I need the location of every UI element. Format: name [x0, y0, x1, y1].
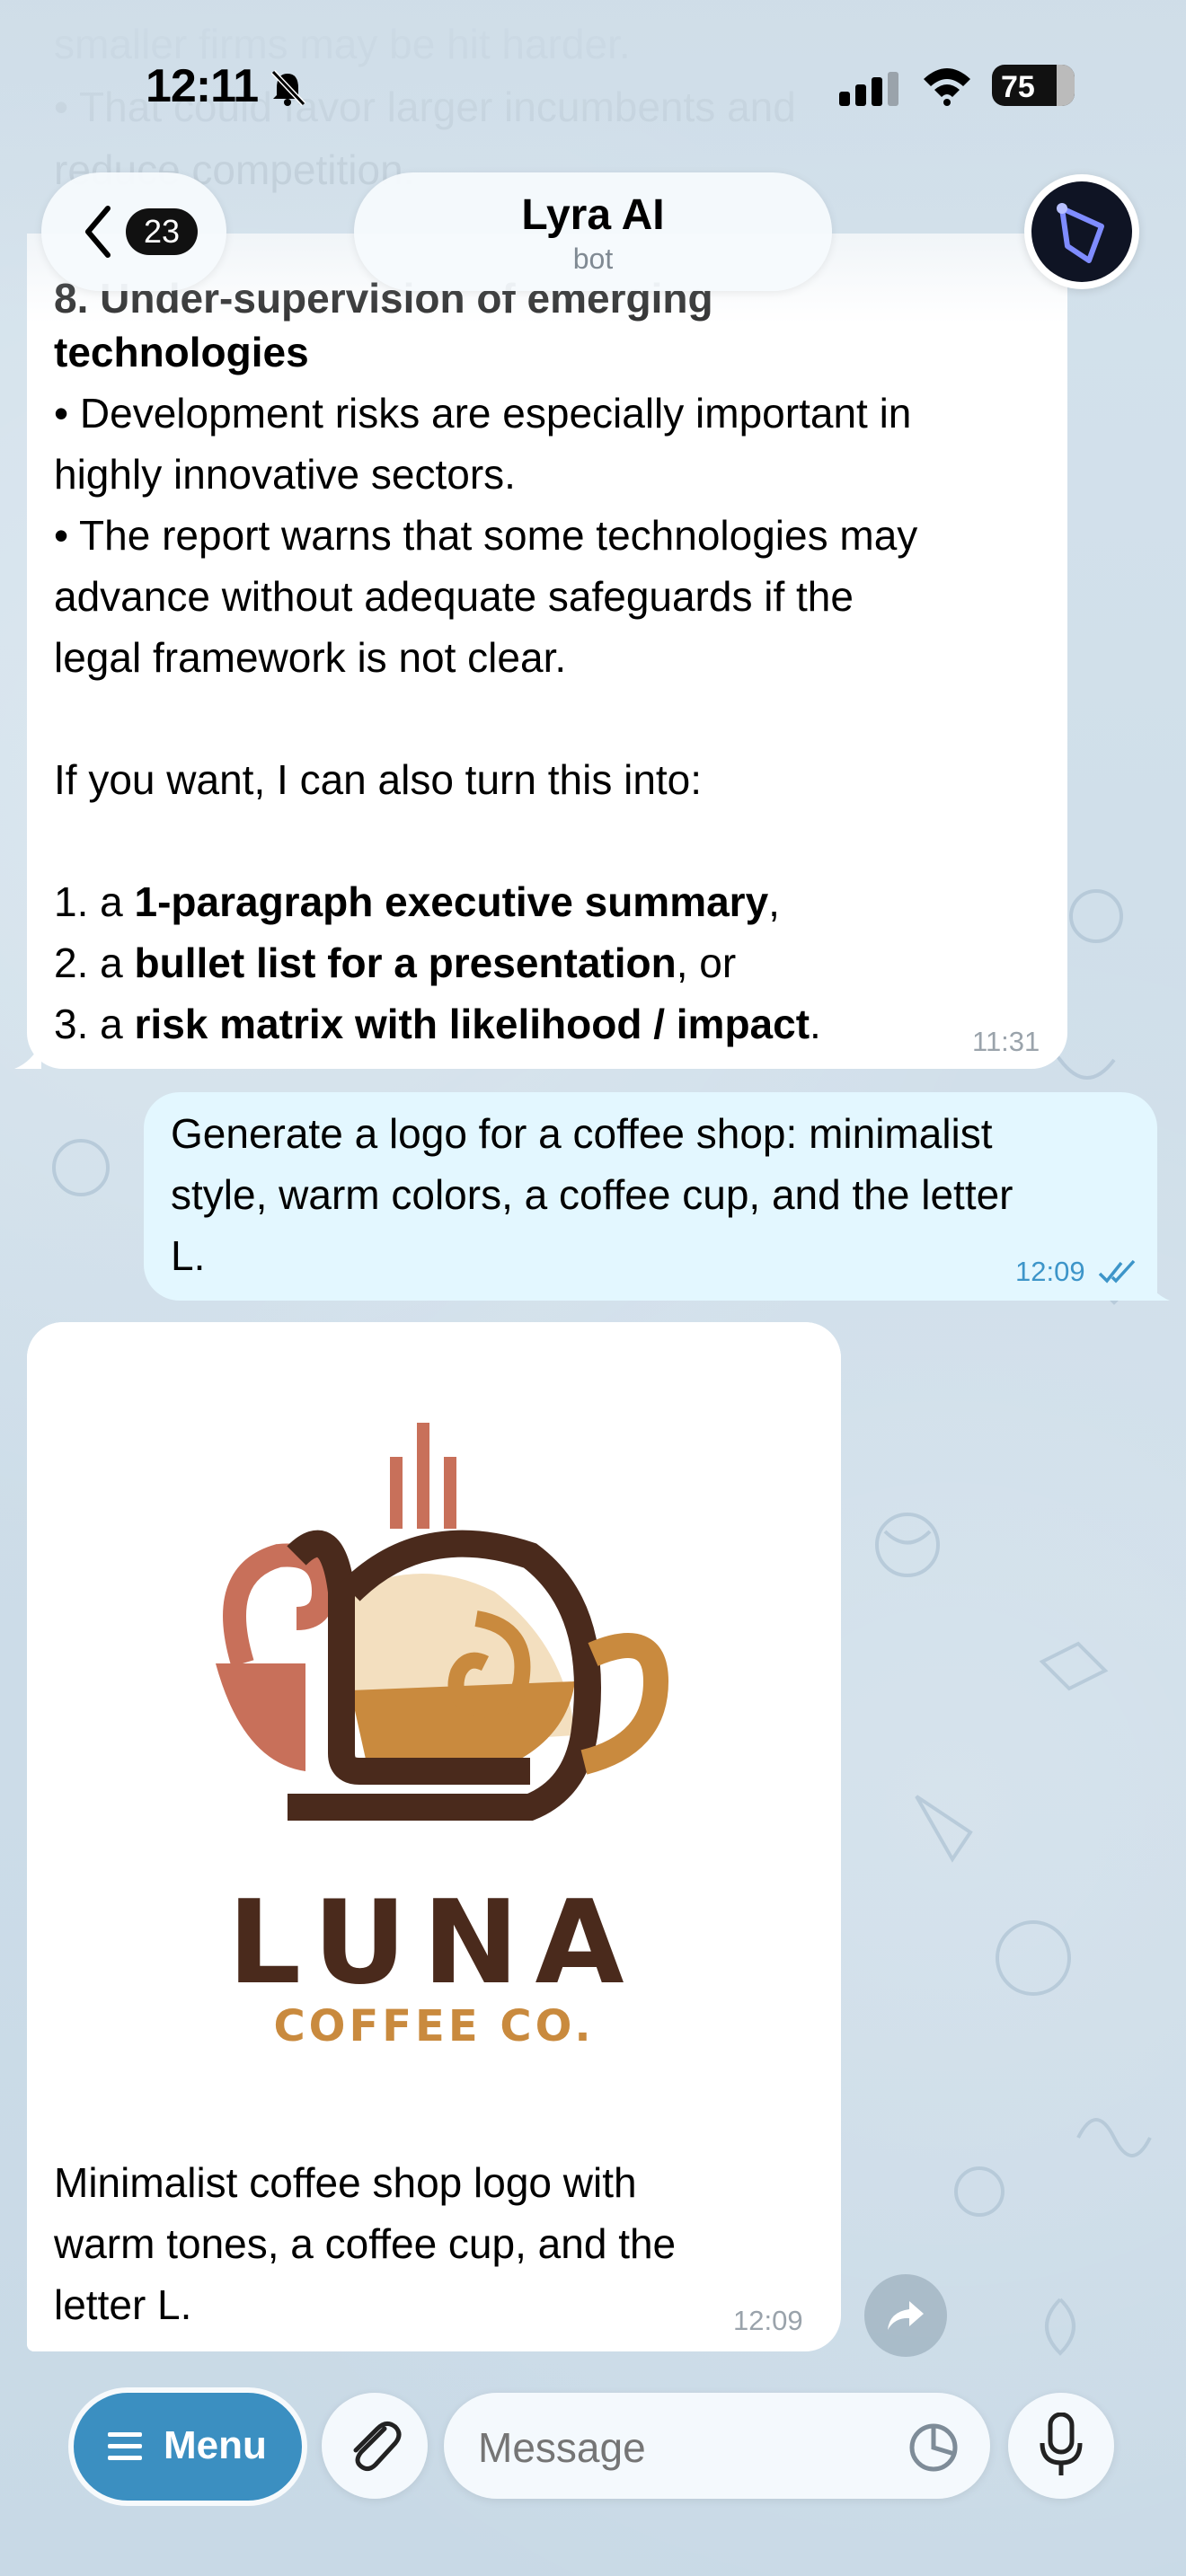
bot-menu-button[interactable]: Menu [74, 2393, 302, 2501]
option-number: 1. a [54, 878, 135, 925]
sticker-icon[interactable] [907, 2422, 960, 2474]
chat-title-pill[interactable]: Lyra AI bot [354, 172, 832, 291]
wifi-icon [924, 68, 970, 106]
message-option: 2. a bullet list for a presentation, or [54, 932, 1051, 993]
message-line: legal framework is not clear. [54, 634, 567, 681]
message-line: Generate a logo for a coffee shop: minim… [171, 1110, 993, 1157]
image-caption: letter L. [54, 2281, 192, 2328]
chat-title: Lyra AI [521, 191, 665, 239]
paperclip-icon [353, 2422, 402, 2472]
voice-record-button[interactable] [1008, 2393, 1114, 2499]
attach-button[interactable] [322, 2393, 428, 2499]
message-option: 1. a 1-paragraph executive summary, [54, 871, 1051, 932]
microphone-icon [1040, 2413, 1083, 2475]
message-option: 3. a risk matrix with likelihood / impac… [54, 993, 1051, 1054]
option-title: 1-paragraph executive summary [134, 878, 769, 925]
constellation-icon [1057, 203, 1104, 263]
battery-icon: 75 [992, 65, 1075, 106]
image-caption: warm tones, a coffee cup, and the [54, 2220, 677, 2267]
bell-off-icon [270, 69, 306, 107]
option-suffix: . [810, 1001, 821, 1047]
status-time: 12:11 [146, 60, 259, 112]
bubble-tail [14, 1042, 41, 1069]
chat-subtitle: bot [572, 243, 614, 275]
message-line: highly innovative sectors. [54, 451, 516, 498]
battery-level: 75 [1001, 70, 1035, 104]
menu-label: Menu [164, 2423, 267, 2467]
message-input-field[interactable] [444, 2393, 990, 2499]
logo-wordmark: LUNA [227, 1876, 640, 2010]
coffee-logo-image[interactable]: LUNA COFFEE CO. [27, 1322, 841, 2113]
bubble-tail [27, 2325, 41, 2351]
message-heading: technologies [54, 329, 309, 375]
status-bar: 12:11 75 [0, 0, 1186, 171]
option-number: 3. a [54, 1001, 135, 1047]
option-number: 2. a [54, 940, 135, 986]
double-check-icon [1098, 1259, 1136, 1284]
signal-icon [839, 72, 898, 106]
message-line: If you want, I can also turn this into: [54, 756, 703, 803]
message-timestamp: 12:09 [733, 2305, 803, 2336]
chevron-left-icon [85, 206, 111, 258]
unread-count-badge: 23 [126, 208, 198, 255]
option-title: risk matrix with likelihood / impact [134, 1001, 810, 1047]
message-line: style, warm colors, a coffee cup, and th… [171, 1171, 1013, 1218]
message-timestamp: 12:09 [1015, 1256, 1085, 1287]
option-suffix: , or [676, 940, 737, 986]
option-suffix: , [768, 878, 780, 925]
share-icon [888, 2301, 924, 2330]
message-line: • Development risks are especially impor… [54, 390, 912, 437]
message-timestamp: 11:31 [972, 1026, 1040, 1057]
share-button[interactable] [864, 2274, 947, 2357]
message-input[interactable] [478, 2423, 873, 2472]
bot-avatar[interactable] [1024, 174, 1139, 289]
message-line: advance without adequate safeguards if t… [54, 573, 854, 620]
back-button[interactable]: 23 [41, 172, 226, 291]
message-line: • The report warns that some technologie… [54, 512, 918, 559]
menu-icon [108, 2432, 142, 2460]
option-title: bullet list for a presentation [134, 940, 677, 986]
image-caption: Minimalist coffee shop logo with [54, 2159, 637, 2206]
logo-tagline: COFFEE CO. [273, 2001, 594, 2051]
